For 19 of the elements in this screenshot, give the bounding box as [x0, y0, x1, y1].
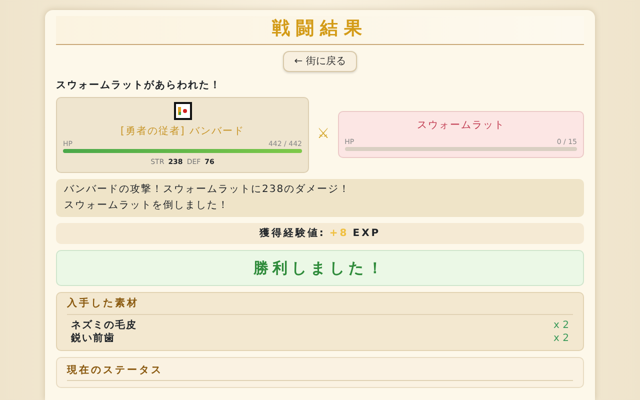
log-line: バンバードの攻撃！スウォームラットに238のダメージ！ — [64, 182, 352, 196]
exp-label: 獲得経験値: — [259, 226, 326, 240]
material-count: x 2 — [554, 318, 569, 332]
material-name: ネズミの毛皮 — [71, 318, 137, 332]
exp-value: +8 — [329, 226, 349, 240]
section-title: 入手した素材 — [67, 297, 573, 314]
material-count: x 2 — [554, 332, 569, 346]
page-title: 戦闘結果 — [270, 18, 369, 40]
avatar-icon — [174, 102, 192, 120]
versus-icon: ⚔ — [317, 124, 330, 145]
player-name: [勇者の従者] バンバード — [120, 124, 244, 138]
log-line: スウォームラットを倒しました！ — [64, 198, 230, 212]
enemy-name: スウォームラット — [416, 118, 505, 133]
exp-unit: EXP — [352, 226, 381, 240]
victory-text: 勝利しました！ — [254, 258, 386, 276]
section-title: 現在のステータス — [67, 364, 573, 380]
material-name: 鋭い前歯 — [71, 332, 115, 346]
back-button[interactable]: ← 街に戻る — [283, 50, 357, 72]
encounter-message: スウォームラットがあらわれた！ — [56, 78, 222, 92]
